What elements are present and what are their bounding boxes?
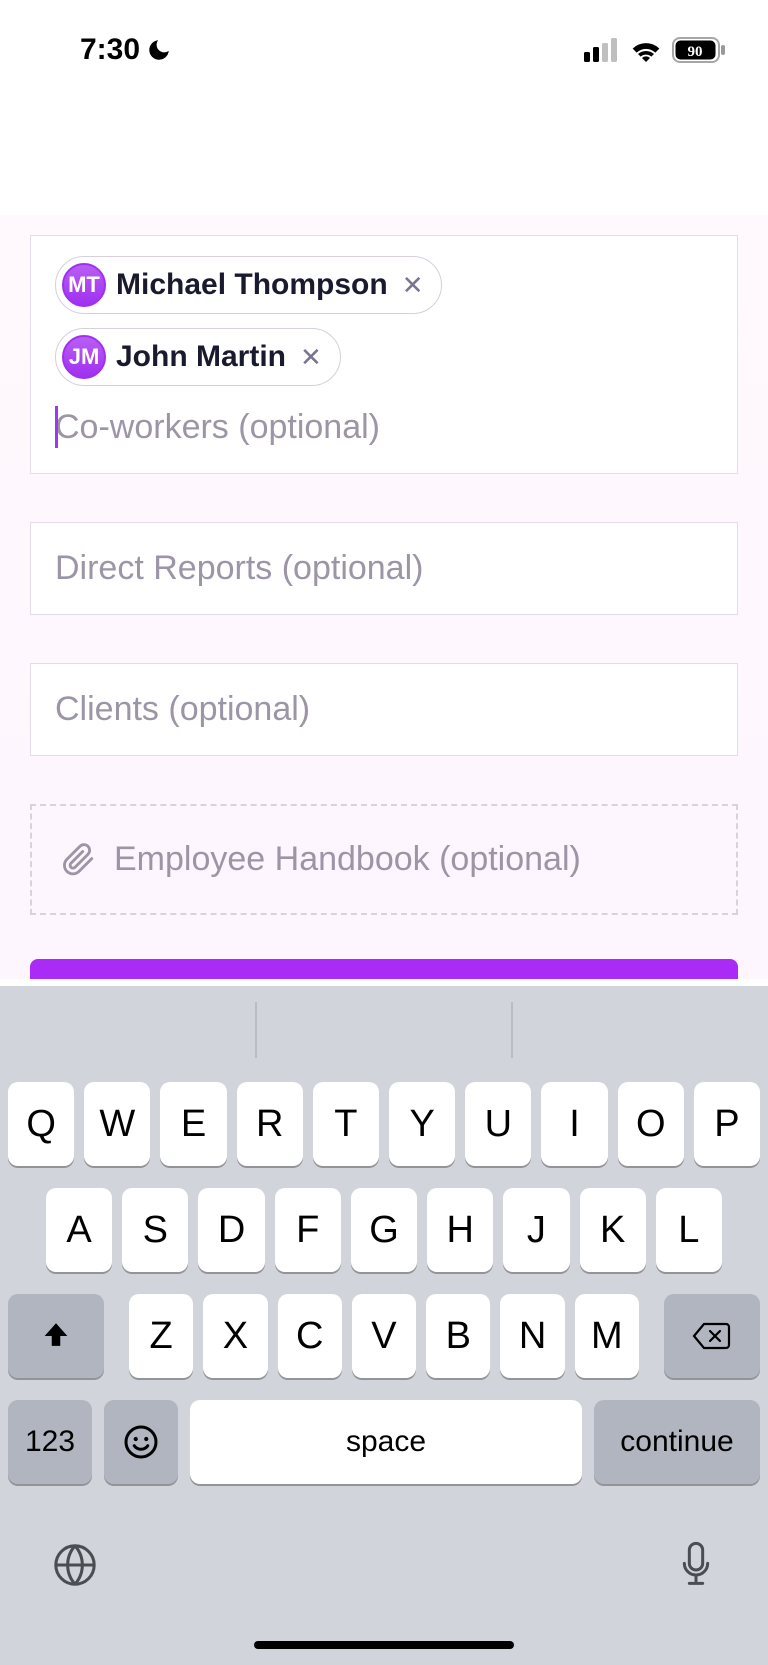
- key-m[interactable]: M: [575, 1294, 639, 1378]
- clients-input[interactable]: [55, 684, 713, 735]
- close-icon[interactable]: ✕: [398, 270, 428, 301]
- page-title: Create a new job: [94, 135, 412, 180]
- close-icon[interactable]: ✕: [296, 342, 326, 373]
- back-arrow-icon[interactable]: [36, 139, 74, 177]
- key-y[interactable]: Y: [389, 1082, 455, 1166]
- key-b[interactable]: B: [426, 1294, 490, 1378]
- submit-button[interactable]: [30, 959, 738, 979]
- continue-key[interactable]: continue: [594, 1400, 760, 1484]
- home-indicator[interactable]: [254, 1641, 514, 1649]
- direct-reports-input[interactable]: [55, 543, 713, 594]
- suggestion-slot[interactable]: [257, 986, 512, 1074]
- key-p[interactable]: P: [694, 1082, 760, 1166]
- status-time: 7:30: [80, 33, 140, 67]
- key-s[interactable]: S: [122, 1188, 188, 1272]
- suggestion-slot[interactable]: [0, 986, 255, 1074]
- key-h[interactable]: H: [427, 1188, 493, 1272]
- coworkers-input[interactable]: [55, 402, 713, 453]
- battery-icon: 90: [672, 36, 728, 64]
- chip-name: John Martin: [116, 340, 286, 374]
- keyboard-row-4: 123 space continue: [8, 1400, 760, 1484]
- key-i[interactable]: I: [541, 1082, 607, 1166]
- key-k[interactable]: K: [580, 1188, 646, 1272]
- cellular-icon: [584, 38, 620, 62]
- avatar: MT: [62, 263, 106, 307]
- handbook-label: Employee Handbook (optional): [114, 840, 581, 879]
- wifi-icon: [630, 38, 662, 62]
- key-a[interactable]: A: [46, 1188, 112, 1272]
- key-c[interactable]: C: [278, 1294, 342, 1378]
- keyboard-row-1: Q W E R T Y U I O P: [8, 1082, 760, 1166]
- key-g[interactable]: G: [351, 1188, 417, 1272]
- key-d[interactable]: D: [198, 1188, 264, 1272]
- direct-reports-field[interactable]: [30, 522, 738, 615]
- form-content: MT Michael Thompson ✕ JM John Martin ✕ E…: [0, 215, 768, 979]
- key-n[interactable]: N: [500, 1294, 564, 1378]
- key-u[interactable]: U: [465, 1082, 531, 1166]
- mic-icon[interactable]: [676, 1540, 716, 1590]
- key-f[interactable]: F: [275, 1188, 341, 1272]
- text-caret: [55, 406, 58, 448]
- key-e[interactable]: E: [160, 1082, 226, 1166]
- keyboard-row-3: Z X C V B N M: [8, 1294, 760, 1378]
- handbook-upload[interactable]: Employee Handbook (optional): [30, 804, 738, 915]
- key-w[interactable]: W: [84, 1082, 150, 1166]
- coworkers-field[interactable]: MT Michael Thompson ✕ JM John Martin ✕: [30, 235, 738, 474]
- clients-field[interactable]: [30, 663, 738, 756]
- suggestion-bar: [0, 986, 768, 1074]
- keyboard: Q W E R T Y U I O P A S D F G H J K L: [0, 986, 768, 1665]
- numbers-key[interactable]: 123: [8, 1400, 92, 1484]
- space-key[interactable]: space: [190, 1400, 582, 1484]
- chip-name: Michael Thompson: [116, 268, 388, 302]
- avatar: JM: [62, 335, 106, 379]
- key-x[interactable]: X: [203, 1294, 267, 1378]
- shift-key[interactable]: [8, 1294, 104, 1378]
- app-header: Create a new job: [0, 100, 768, 215]
- keyboard-bottom-bar: [0, 1484, 768, 1665]
- backspace-key[interactable]: [664, 1294, 760, 1378]
- paperclip-icon: [62, 843, 96, 877]
- chip-coworker[interactable]: JM John Martin ✕: [55, 328, 341, 386]
- key-q[interactable]: Q: [8, 1082, 74, 1166]
- battery-text: 90: [688, 44, 703, 60]
- key-j[interactable]: J: [503, 1188, 569, 1272]
- suggestion-slot[interactable]: [513, 986, 768, 1074]
- key-v[interactable]: V: [352, 1294, 416, 1378]
- chip-coworker[interactable]: MT Michael Thompson ✕: [55, 256, 442, 314]
- key-t[interactable]: T: [313, 1082, 379, 1166]
- globe-icon[interactable]: [52, 1542, 98, 1588]
- status-bar: 7:30 90: [0, 0, 768, 100]
- key-r[interactable]: R: [237, 1082, 303, 1166]
- key-o[interactable]: O: [618, 1082, 684, 1166]
- key-l[interactable]: L: [656, 1188, 722, 1272]
- key-z[interactable]: Z: [129, 1294, 193, 1378]
- keyboard-row-2: A S D F G H J K L: [8, 1188, 760, 1272]
- moon-icon: [146, 37, 172, 63]
- emoji-key[interactable]: [104, 1400, 178, 1484]
